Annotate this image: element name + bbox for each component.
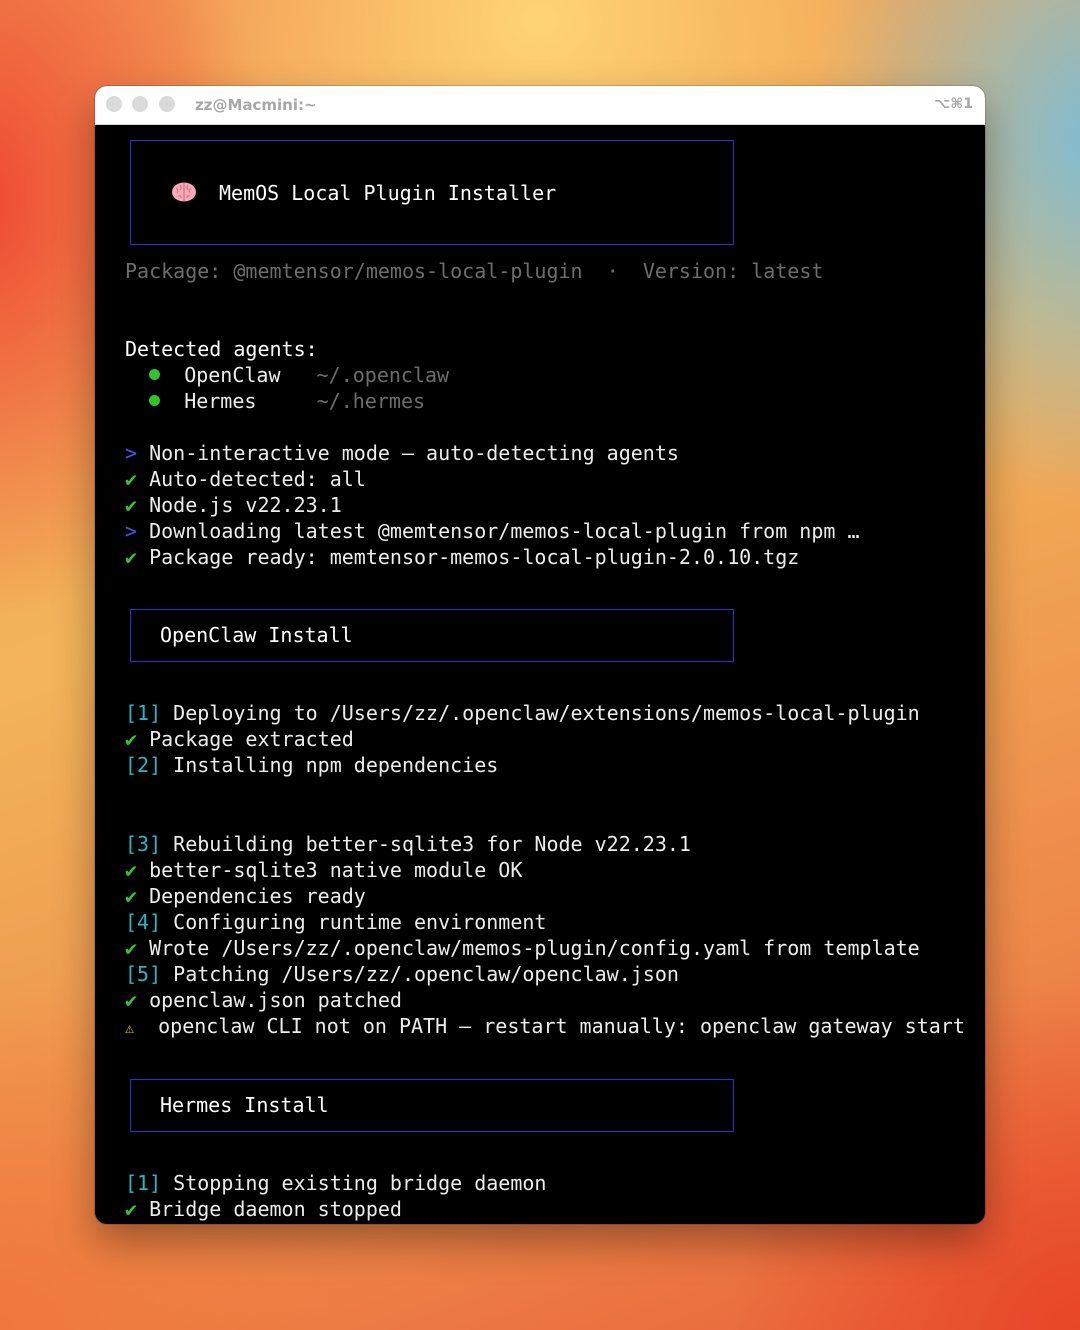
log-text: Stopping existing bridge daemon [173, 1171, 547, 1195]
package-label: Package: [125, 259, 222, 283]
minimize-window-button[interactable] [132, 96, 148, 112]
log-line: [3] Rebuilding better-sqlite3 for Node v… [125, 832, 691, 856]
log-line: ✔ Bridge daemon stopped [125, 1197, 402, 1221]
check-icon: ✔ [125, 936, 138, 960]
log-line: > Non-interactive mode — auto-detecting … [125, 441, 679, 465]
agent-row: OpenClaw ~/.openclaw [125, 363, 449, 387]
log-line: ✔ Dependencies ready [125, 884, 366, 908]
close-window-button[interactable] [106, 96, 122, 112]
check-icon: ✔ [125, 727, 138, 751]
hermes-install-section-box: Hermes Install [130, 1079, 734, 1132]
log-line: ✔ Auto-detected: all [125, 467, 366, 491]
log-line: ✔ Package extracted [125, 727, 354, 751]
log-line: ✔ openclaw.json patched [125, 988, 402, 1012]
log-line: [4] Configuring runtime environment [125, 910, 546, 934]
terminal-window: zz@Macmini:~ ⌥⌘1 MemOS Local Plugin Inst… [95, 86, 985, 1224]
agent-name: OpenClaw [184, 363, 281, 387]
agent-path: ~/.hermes [316, 389, 426, 413]
chevron-right-icon: > [125, 441, 138, 465]
window-title: zz@Macmini:~ [195, 96, 317, 114]
chevron-right-icon: > [125, 519, 138, 543]
terminal-output[interactable]: MemOS Local Plugin Installer Package: @m… [95, 125, 985, 1224]
zoom-window-button[interactable] [159, 96, 175, 112]
brain-icon [171, 181, 197, 202]
check-icon: ✔ [125, 467, 138, 491]
section-title: Hermes Install [160, 1093, 329, 1117]
log-text: Wrote /Users/zz/.openclaw/memos-plugin/c… [149, 936, 920, 960]
log-line: ⚠ openclaw CLI not on PATH — restart man… [125, 1014, 965, 1040]
log-text: openclaw.json patched [149, 988, 402, 1012]
log-line: [2] Installing npm dependencies [125, 753, 498, 777]
log-text: Downloading latest @memtensor/memos-loca… [149, 519, 860, 543]
check-icon: ✔ [125, 884, 138, 908]
check-icon: ✔ [125, 493, 138, 517]
section-title: OpenClaw Install [160, 623, 353, 647]
check-icon: ✔ [125, 1197, 138, 1221]
log-text: Installing npm dependencies [173, 753, 499, 777]
agent-name: Hermes [184, 389, 257, 413]
log-text: Deploying to /Users/zz/.openclaw/extensi… [173, 701, 920, 725]
installer-title: MemOS Local Plugin Installer [219, 181, 557, 205]
step-marker: [2] [125, 753, 162, 777]
package-info-line: Package: @memtensor/memos-local-plugin ·… [125, 259, 823, 283]
log-line: [1] Stopping existing bridge daemon [125, 1171, 546, 1195]
step-marker: [1] [125, 701, 162, 725]
version-value: latest [751, 259, 824, 283]
log-text: better-sqlite3 native module OK [149, 858, 523, 882]
agent-row: Hermes ~/.hermes [125, 389, 425, 413]
log-text: openclaw CLI not on PATH — restart manua… [158, 1014, 965, 1038]
log-text: Auto-detected: all [149, 467, 366, 491]
green-dot-icon [149, 395, 161, 406]
check-icon: ✔ [125, 858, 138, 882]
log-text: Node.js v22.23.1 [149, 493, 342, 517]
log-text: Package extracted [149, 727, 354, 751]
log-text: Patching /Users/zz/.openclaw/openclaw.js… [173, 962, 679, 986]
log-text: Dependencies ready [149, 884, 366, 908]
log-line: ✔ better-sqlite3 native module OK [125, 858, 522, 882]
detected-agents-heading: Detected agents: [125, 337, 318, 361]
check-icon: ✔ [125, 545, 138, 569]
step-marker: [1] [125, 1171, 162, 1195]
step-marker: [3] [125, 832, 162, 856]
installer-header-box: MemOS Local Plugin Installer [130, 140, 734, 245]
log-line: [5] Patching /Users/zz/.openclaw/opencla… [125, 962, 679, 986]
log-text: Non-interactive mode — auto-detecting ag… [149, 441, 679, 465]
openclaw-install-section-box: OpenClaw Install [130, 609, 734, 662]
step-marker: [5] [125, 962, 162, 986]
log-line: ✔ Package ready: memtensor-memos-local-p… [125, 545, 799, 569]
log-line: ✔ Node.js v22.23.1 [125, 493, 342, 517]
agent-path: ~/.openclaw [316, 363, 450, 387]
title-bar: zz@Macmini:~ ⌥⌘1 [95, 86, 985, 125]
warning-icon: ⚠ [125, 1019, 135, 1037]
log-text: Bridge daemon stopped [149, 1197, 402, 1221]
log-line: ✔ Wrote /Users/zz/.openclaw/memos-plugin… [125, 936, 920, 960]
package-name: @memtensor/memos-local-plugin [233, 259, 583, 283]
log-line: > Downloading latest @memtensor/memos-lo… [125, 519, 860, 543]
version-label: Version: [642, 259, 740, 283]
separator-dot: · [606, 259, 619, 283]
log-text: Package ready: memtensor-memos-local-plu… [149, 545, 800, 569]
log-text: Rebuilding better-sqlite3 for Node v22.2… [173, 832, 691, 856]
green-dot-icon [149, 369, 161, 380]
check-icon: ✔ [125, 988, 138, 1012]
log-text: Configuring runtime environment [173, 910, 547, 934]
window-shortcut: ⌥⌘1 [934, 96, 973, 112]
log-line: [1] Deploying to /Users/zz/.openclaw/ext… [125, 701, 920, 725]
step-marker: [4] [125, 910, 162, 934]
